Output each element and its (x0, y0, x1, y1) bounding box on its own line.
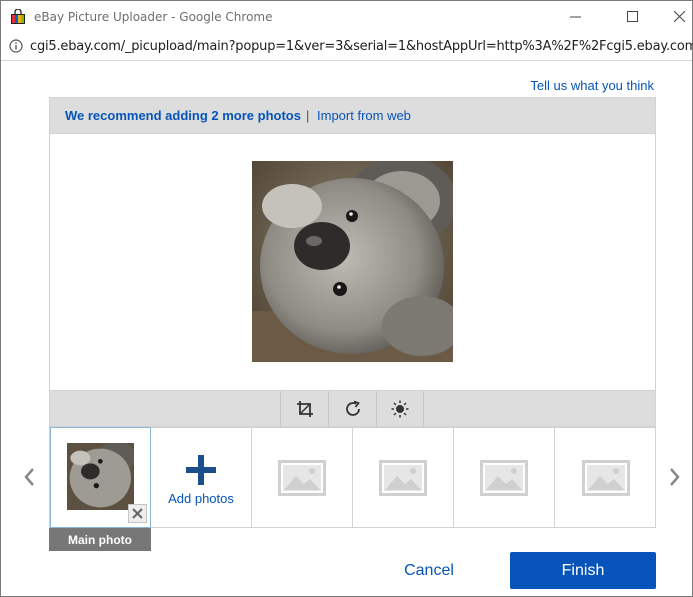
brightness-button[interactable] (376, 391, 424, 427)
crop-button[interactable] (280, 391, 328, 427)
window-title: eBay Picture Uploader - Google Chrome (34, 10, 273, 24)
brightness-icon (391, 400, 409, 418)
plus-icon (186, 455, 216, 485)
image-placeholder-icon (278, 459, 326, 496)
maximize-icon (626, 11, 638, 22)
empty-photo-slot[interactable] (555, 428, 656, 527)
empty-photo-slot[interactable] (353, 428, 454, 527)
image-placeholder-icon (581, 459, 630, 496)
info-icon[interactable] (9, 39, 23, 53)
next-arrow-button[interactable] (667, 465, 683, 489)
feedback-link[interactable]: Tell us what you think (530, 78, 654, 93)
main-photo-label: Main photo (49, 528, 151, 551)
image-placeholder-icon (480, 459, 528, 496)
cancel-button[interactable]: Cancel (384, 557, 474, 585)
koala-thumbnail (67, 443, 134, 510)
import-from-web-link[interactable]: Import from web (317, 108, 411, 123)
koala-photo (252, 161, 453, 362)
previous-arrow-button[interactable] (21, 465, 37, 489)
ebay-shopping-bag-icon (11, 9, 25, 24)
close-icon (673, 11, 685, 22)
main-photo-slot[interactable] (50, 427, 151, 528)
title-bar: eBay Picture Uploader - Google Chrome (1, 1, 692, 32)
minimize-icon (569, 16, 581, 18)
close-icon (132, 508, 143, 519)
edit-toolbar (49, 390, 656, 427)
photo-preview-area (49, 134, 656, 390)
image-placeholder-icon (379, 459, 427, 496)
main-photo-thumbnail[interactable] (67, 443, 134, 510)
thumbnail-strip: Add photos (49, 427, 656, 528)
remove-photo-button[interactable] (128, 504, 147, 523)
url-text[interactable]: cgi5.ebay.com/_picupload/main?popup=1&ve… (30, 39, 693, 54)
maximize-button[interactable] (609, 1, 655, 32)
separator: | (306, 108, 310, 123)
chevron-left-icon (24, 468, 34, 486)
chevron-right-icon (670, 468, 680, 486)
address-bar[interactable]: cgi5.ebay.com/_picupload/main?popup=1&ve… (1, 32, 693, 61)
recommendation-message: We recommend adding 2 more photos (65, 108, 301, 123)
add-photos-label: Add photos (168, 491, 234, 506)
rotate-button[interactable] (328, 391, 376, 427)
add-photos-button[interactable]: Add photos (151, 428, 252, 527)
rotate-icon (345, 400, 360, 416)
crop-icon (296, 401, 313, 417)
close-button[interactable] (656, 1, 693, 32)
finish-button[interactable]: Finish (510, 552, 656, 589)
empty-photo-slot[interactable] (252, 428, 353, 527)
recommendation-bar: We recommend adding 2 more photos | Impo… (49, 97, 656, 134)
preview-photo (252, 161, 453, 362)
browser-window: eBay Picture Uploader - Google Chrome cg… (0, 0, 693, 597)
empty-photo-slot[interactable] (454, 428, 555, 527)
minimize-button[interactable] (552, 1, 598, 32)
